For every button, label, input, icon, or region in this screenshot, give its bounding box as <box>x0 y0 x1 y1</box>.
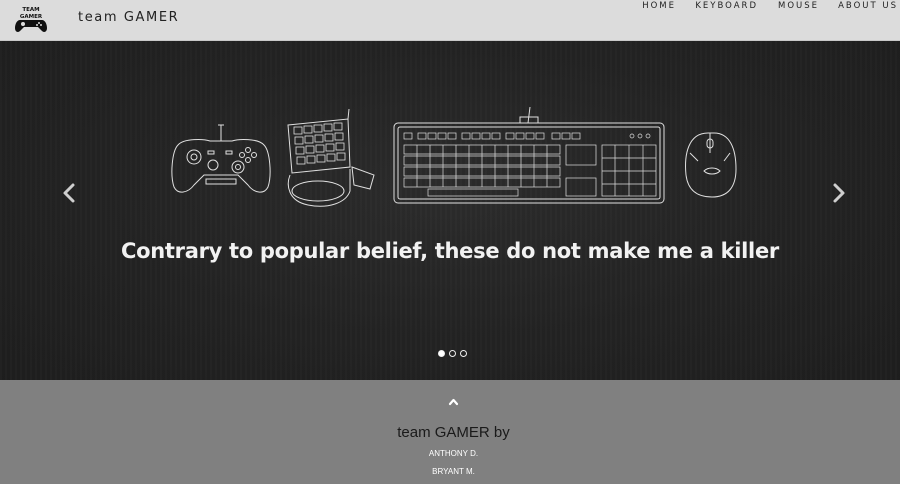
gaming-gear-illustration <box>171 106 737 207</box>
mouse-illustration <box>685 132 737 198</box>
footer-title: team GAMER by <box>397 424 510 441</box>
carousel-indicator-1[interactable] <box>438 350 445 357</box>
hero-carousel: Contrary to popular belief, these do not… <box>0 41 900 380</box>
gaming-keypad-illustration <box>287 108 375 207</box>
logo-text-top: TEAM <box>22 7 39 13</box>
navbar: TEAM GAMER team GAMER HOME KEYBOARD MOUS… <box>0 0 900 41</box>
author-name: BRYANT M. <box>432 467 475 476</box>
keyboard-illustration <box>393 106 665 204</box>
logo-text-bottom: GAMER <box>20 14 43 20</box>
carousel-caption: Contrary to popular belief, these do not… <box>121 239 779 263</box>
carousel-indicator-3[interactable] <box>460 350 467 357</box>
gamepad-logo[interactable]: TEAM GAMER <box>14 5 48 34</box>
carousel-indicator-2[interactable] <box>449 350 456 357</box>
carousel-indicators <box>438 350 467 357</box>
brand-title[interactable]: team GAMER <box>78 10 179 26</box>
chevron-up-icon[interactable] <box>448 397 459 406</box>
gamepad-illustration <box>171 124 271 193</box>
chevron-right-icon[interactable] <box>828 179 850 207</box>
nav-link-mouse[interactable]: MOUSE <box>778 0 819 12</box>
nav-link-about-us[interactable]: ABOUT US <box>838 0 898 12</box>
nav-link-home[interactable]: HOME <box>642 0 676 12</box>
author-name: ANTHONY D. <box>428 449 479 458</box>
footer: team GAMER by ANTHONY D. BRYANT M. <box>0 380 900 484</box>
chevron-left-icon[interactable] <box>58 179 80 207</box>
nav-link-keyboard[interactable]: KEYBOARD <box>695 0 758 12</box>
